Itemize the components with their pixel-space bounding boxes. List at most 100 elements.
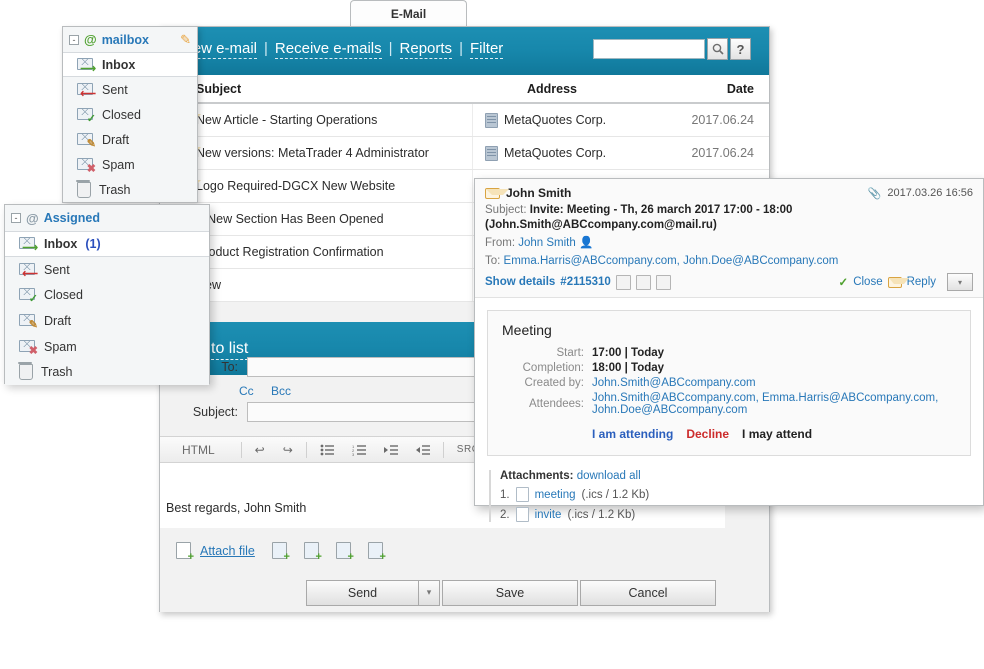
mail-subject: New Article - Starting Operations bbox=[196, 113, 378, 127]
reports-link[interactable]: Reports bbox=[399, 40, 453, 59]
sidebar-item-label: Spam bbox=[102, 158, 135, 172]
assigned-tree-title[interactable]: Assigned bbox=[44, 211, 100, 225]
cancel-button[interactable]: Cancel bbox=[580, 579, 716, 606]
list-item[interactable]: 2. invite (.ics / 1.2 Kb) bbox=[500, 507, 983, 522]
cc-link[interactable]: Cc bbox=[239, 384, 254, 398]
mail-subject: A New Section Has Been Opened bbox=[196, 212, 384, 226]
toolbar-links: New e-mail | Receive e-mails | Reports |… bbox=[182, 40, 504, 59]
attach-file-icon[interactable] bbox=[176, 542, 194, 562]
sidebar-item-sent[interactable]: ⟵ Sent bbox=[63, 77, 197, 102]
invite-box: Meeting Start: 17:00 | Today Completion:… bbox=[487, 310, 971, 456]
column-header-address[interactable]: Address bbox=[472, 82, 632, 96]
column-header-date[interactable]: Date bbox=[632, 82, 769, 96]
sidebar-item-closed[interactable]: ✓ Closed bbox=[5, 282, 209, 308]
sidebar-item-trash[interactable]: Trash bbox=[63, 177, 197, 202]
sidebar-item-inbox[interactable]: ⟶ Inbox (1) bbox=[5, 231, 209, 257]
detail-from-value[interactable]: John Smith bbox=[518, 237, 576, 249]
toolbar-divider bbox=[442, 441, 444, 458]
ticket-id[interactable]: #2115310 bbox=[560, 276, 611, 288]
toolbar-separator-3: | bbox=[459, 40, 463, 57]
detail-from-row: From: John Smith 👤 bbox=[485, 236, 973, 251]
sidebar-item-trash[interactable]: Trash bbox=[5, 359, 209, 385]
table-row[interactable]: New versions: MetaTrader 4 Administrator… bbox=[160, 137, 769, 170]
respond-attending-link[interactable]: I am attending bbox=[592, 427, 673, 441]
undo-arrow-icon[interactable]: ↩ bbox=[246, 437, 274, 462]
invite-attendees-value[interactable]: John.Smith@ABCcompany.com, Emma.Harris@A… bbox=[592, 392, 956, 416]
invite-start-value: 17:00 | Today bbox=[592, 347, 665, 359]
sidebar-item-closed[interactable]: ✓ Closed bbox=[63, 102, 197, 127]
attachment-name[interactable]: invite bbox=[535, 509, 562, 521]
mailbox-tree-header: - @ mailbox ✎ bbox=[63, 27, 197, 52]
invite-attendees-line1: John.Smith@ABCcompany.com, Emma.Harris@A… bbox=[592, 392, 939, 404]
cc-bcc-row: Cc Bcc bbox=[239, 384, 305, 398]
print-icon[interactable] bbox=[615, 274, 631, 290]
collapse-toggle-icon[interactable]: - bbox=[11, 213, 21, 223]
detail-to-value[interactable]: Emma.Harris@ABCcompany.com, John.Doe@ABC… bbox=[504, 255, 839, 267]
invite-completion-value: 18:00 | Today bbox=[592, 362, 665, 374]
envelope-icon bbox=[485, 187, 509, 199]
collapse-toggle-icon[interactable]: - bbox=[69, 34, 79, 45]
add-structure-icon[interactable] bbox=[367, 542, 386, 562]
search-icon[interactable] bbox=[707, 38, 728, 60]
column-header-subject[interactable]: Subject bbox=[196, 82, 472, 96]
close-link[interactable]: Close bbox=[853, 276, 882, 288]
add-chart-icon[interactable] bbox=[335, 542, 354, 562]
help-button[interactable]: ? bbox=[730, 38, 751, 60]
save-button[interactable]: Save bbox=[442, 579, 578, 606]
sidebar-item-inbox[interactable]: ⟶ Inbox bbox=[63, 52, 197, 77]
mail-address: MetaQuotes Corp. bbox=[472, 104, 632, 136]
sidebar-item-label: Spam bbox=[44, 339, 77, 354]
send-button[interactable]: Send bbox=[306, 579, 418, 606]
table-row[interactable]: New Article - Starting Operations MetaQu… bbox=[160, 104, 769, 137]
sidebar-item-label: Closed bbox=[102, 108, 141, 122]
send-options-button[interactable]: ▾ bbox=[418, 579, 440, 606]
invite-attendees-line2: John.Doe@ABCcompany.com bbox=[592, 404, 748, 416]
sidebar-item-draft[interactable]: ✎ Draft bbox=[63, 127, 197, 152]
toolbar-separator-2: | bbox=[388, 40, 393, 57]
mailbox-tree-title[interactable]: mailbox bbox=[102, 33, 149, 47]
sidebar-item-sent[interactable]: ⟵ Sent bbox=[5, 257, 209, 283]
numbered-list-icon[interactable]: 123 bbox=[343, 437, 375, 462]
search-input[interactable] bbox=[593, 39, 705, 59]
invite-created-by-value[interactable]: John.Smith@ABCcompany.com bbox=[592, 377, 956, 389]
list-item[interactable]: 1. meeting (.ics / 1.2 Kb) bbox=[500, 487, 983, 502]
detail-to-label: To: bbox=[485, 255, 501, 267]
tab-email[interactable]: E-Mail bbox=[350, 0, 467, 26]
invite-completion-label: Completion: bbox=[522, 362, 584, 374]
sidebar-item-draft[interactable]: ✎ Draft bbox=[5, 308, 209, 334]
sidebar-item-spam[interactable]: ✖ Spam bbox=[63, 152, 197, 177]
bcc-link[interactable]: Bcc bbox=[271, 384, 291, 398]
filter-link[interactable]: Filter bbox=[469, 40, 504, 59]
company-icon bbox=[485, 112, 498, 128]
sidebar-item-spam[interactable]: ✖ Spam bbox=[5, 333, 209, 359]
add-document-icon[interactable] bbox=[303, 542, 322, 562]
closed-icon: ✓ bbox=[77, 108, 96, 125]
sidebar-item-count: (1) bbox=[85, 236, 101, 251]
spam-icon: ✖ bbox=[19, 339, 38, 356]
respond-decline-link[interactable]: Decline bbox=[686, 427, 729, 441]
html-mode-button[interactable]: HTML bbox=[160, 437, 237, 462]
svg-text:3: 3 bbox=[352, 452, 355, 456]
at-icon: @ bbox=[84, 32, 97, 47]
redo-arrow-icon[interactable]: ↪ bbox=[274, 437, 302, 462]
download-all-link[interactable]: download all bbox=[577, 470, 641, 482]
receive-emails-link[interactable]: Receive e-mails bbox=[274, 40, 382, 59]
respond-maybe-link[interactable]: I may attend bbox=[742, 427, 812, 441]
add-image-icon[interactable] bbox=[271, 542, 290, 562]
pencil-icon[interactable]: ✎ bbox=[180, 32, 191, 48]
attach-file-link[interactable]: Attach file bbox=[200, 544, 255, 558]
show-details-link[interactable]: Show details bbox=[485, 276, 555, 288]
mailbox-tree-panel: - @ mailbox ✎ ⟶ Inbox ⟵ Sent ✓ Closed ✎ … bbox=[62, 26, 198, 203]
copy-icon[interactable] bbox=[635, 274, 651, 290]
outdent-icon[interactable] bbox=[407, 437, 439, 462]
sidebar-item-label: Draft bbox=[44, 314, 72, 329]
bullet-list-icon[interactable] bbox=[311, 437, 343, 462]
indent-icon[interactable] bbox=[375, 437, 407, 462]
forward-icon[interactable] bbox=[655, 274, 671, 290]
sidebar-item-label: Draft bbox=[102, 133, 130, 147]
reply-options-button[interactable]: ▾ bbox=[947, 273, 973, 291]
reply-link[interactable]: Reply bbox=[907, 276, 936, 288]
attach-bar: Attach file bbox=[160, 528, 725, 573]
user-add-icon[interactable]: 👤 bbox=[579, 237, 593, 249]
attachment-name[interactable]: meeting bbox=[535, 489, 576, 501]
